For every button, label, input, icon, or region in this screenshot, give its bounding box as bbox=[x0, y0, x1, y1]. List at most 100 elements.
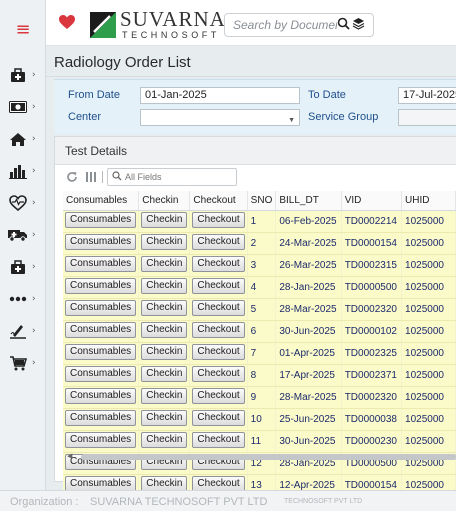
checkin-button[interactable]: Checkin bbox=[141, 387, 188, 404]
consumables-button[interactable]: Consumables bbox=[65, 343, 137, 360]
checkout-button[interactable]: Checkout bbox=[192, 321, 245, 338]
document-search[interactable] bbox=[224, 13, 374, 37]
columns-icon[interactable] bbox=[85, 171, 97, 186]
from-date-label: From Date bbox=[68, 89, 120, 101]
nav-item-home[interactable]: › bbox=[8, 128, 44, 150]
refresh-icon[interactable] bbox=[66, 171, 78, 186]
hamburger-menu-icon[interactable]: ≡ bbox=[0, 16, 46, 44]
checkout-button[interactable]: Checkout bbox=[192, 365, 245, 382]
consumables-button[interactable]: Consumables bbox=[65, 277, 137, 294]
grid-filter[interactable] bbox=[107, 168, 237, 186]
checkout-button[interactable]: Checkout bbox=[192, 299, 245, 316]
nav-item-clinical[interactable]: › bbox=[8, 192, 44, 214]
table-row[interactable]: Consumables Checkin Checkout 2 24-Mar-2025 TD… bbox=[63, 232, 456, 255]
consumables-button[interactable]: Consumables bbox=[65, 409, 137, 426]
sno-cell: 9 bbox=[247, 386, 277, 409]
table-row[interactable]: Consumables Checkin Checkout 3 26-Mar-2025 TD… bbox=[63, 254, 456, 277]
chevron-down-icon: ▼ bbox=[288, 117, 295, 124]
chevron-right-icon: › bbox=[32, 294, 36, 304]
table-row[interactable]: Consumables Checkin Checkout 5 28-Mar-2025 TD… bbox=[63, 298, 456, 321]
bill-dt-cell: 28-Mar-2025 bbox=[275, 386, 342, 409]
nav-item-ambulance[interactable]: › bbox=[8, 224, 44, 246]
checkin-cell: Checkin bbox=[138, 276, 191, 299]
checkin-button[interactable]: Checkin bbox=[141, 233, 188, 250]
checkout-button[interactable]: Checkout bbox=[192, 343, 245, 360]
service-group-select[interactable] bbox=[398, 109, 456, 126]
checkin-button[interactable]: Checkin bbox=[141, 365, 188, 382]
consumables-button[interactable]: Consumables bbox=[65, 299, 137, 316]
nav-item-briefcase[interactable]: › bbox=[8, 64, 44, 86]
consumables-cell: Consumables bbox=[63, 276, 140, 299]
checkout-button[interactable]: Checkout bbox=[192, 409, 245, 426]
consumables-button[interactable]: Consumables bbox=[65, 387, 137, 404]
checkin-button[interactable]: Checkin bbox=[141, 277, 188, 294]
nav-item-reports[interactable]: › bbox=[8, 160, 44, 182]
table-row[interactable]: Consumables Checkin Checkout 4 28-Jan-2025 TD… bbox=[63, 276, 456, 299]
nav-item-store[interactable]: › bbox=[8, 352, 44, 374]
consumables-button[interactable]: Consumables bbox=[65, 365, 137, 382]
from-date-field[interactable]: 01-Jan-2025 bbox=[140, 87, 300, 104]
favorites-heart-icon[interactable] bbox=[58, 14, 76, 33]
nav-item-billing[interactable]: › bbox=[8, 96, 44, 118]
uhid-cell: 1025000 bbox=[401, 408, 456, 431]
table-row[interactable]: Consumables Checkin Checkout 9 28-Mar-2025 TD… bbox=[63, 386, 456, 409]
consumables-button[interactable]: Consumables bbox=[65, 321, 137, 338]
nav-item-more[interactable]: › bbox=[8, 288, 44, 310]
checkin-button[interactable]: Checkin bbox=[141, 255, 188, 272]
bill-dt-cell: 28-Jan-2025 bbox=[275, 276, 342, 299]
checkin-cell: Checkin bbox=[138, 386, 191, 409]
layers-icon[interactable] bbox=[352, 17, 365, 33]
checkout-cell: Checkout bbox=[189, 386, 248, 409]
column-header[interactable]: SNO bbox=[247, 191, 277, 211]
checkout-button[interactable]: Checkout bbox=[192, 211, 245, 228]
column-header[interactable]: BILL_DT bbox=[275, 191, 342, 211]
checkout-button[interactable]: Checkout bbox=[192, 431, 245, 448]
medkit-icon bbox=[8, 258, 28, 276]
column-header[interactable]: UHID bbox=[401, 191, 456, 211]
consumables-cell: Consumables bbox=[63, 298, 140, 321]
table-row[interactable]: Consumables Checkin Checkout 11 30-Jun-2025 T… bbox=[63, 430, 456, 453]
checkin-button[interactable]: Checkin bbox=[141, 321, 188, 338]
table-row[interactable]: Consumables Checkin Checkout 7 01-Apr-2025 TD… bbox=[63, 342, 456, 365]
checkout-button[interactable]: Checkout bbox=[192, 233, 245, 250]
nav-item-approvals[interactable]: › bbox=[8, 320, 44, 342]
column-header[interactable]: Checkout bbox=[189, 191, 248, 211]
uhid-cell: 1025000 bbox=[401, 232, 456, 255]
checkout-button[interactable]: Checkout bbox=[192, 255, 245, 272]
briefcase-icon bbox=[8, 66, 28, 84]
chevron-right-icon: › bbox=[32, 358, 36, 368]
column-header[interactable]: Consumables bbox=[63, 191, 140, 211]
checkin-cell: Checkin bbox=[138, 364, 191, 387]
consumables-button[interactable]: Consumables bbox=[65, 431, 137, 448]
uhid-cell: 1025000 bbox=[401, 254, 456, 277]
column-header[interactable]: Checkin bbox=[138, 191, 191, 211]
to-date-field[interactable]: 17-Jul-2025 bbox=[398, 87, 456, 104]
table-row[interactable]: Consumables Checkin Checkout 8 17-Apr-2025 TD… bbox=[63, 364, 456, 387]
table-row[interactable]: Consumables Checkin Checkout 6 30-Jun-2025 TD… bbox=[63, 320, 456, 343]
chevron-right-icon: › bbox=[32, 134, 36, 144]
scroll-left-icon[interactable]: ◀ bbox=[67, 453, 72, 461]
center-select[interactable]: ▼ bbox=[140, 109, 300, 126]
consumables-button[interactable]: Consumables bbox=[65, 255, 137, 272]
scrollbar-thumb[interactable] bbox=[81, 454, 456, 460]
checkin-button[interactable]: Checkin bbox=[141, 211, 188, 228]
vid-cell: TD0000102 bbox=[341, 320, 403, 343]
grid-filter-input[interactable] bbox=[125, 172, 233, 182]
checkin-button[interactable]: Checkin bbox=[141, 431, 188, 448]
checkin-button[interactable]: Checkin bbox=[141, 409, 188, 426]
checkout-button[interactable]: Checkout bbox=[192, 387, 245, 404]
consumables-button[interactable]: Consumables bbox=[65, 211, 137, 228]
search-input[interactable] bbox=[233, 18, 337, 32]
home-icon bbox=[8, 130, 28, 148]
column-header[interactable]: VID bbox=[341, 191, 403, 211]
consumables-cell: Consumables bbox=[63, 342, 140, 365]
checkout-button[interactable]: Checkout bbox=[192, 277, 245, 294]
table-row[interactable]: Consumables Checkin Checkout 1 06-Feb-2025 TD… bbox=[63, 210, 456, 233]
horizontal-scrollbar[interactable]: ◀ bbox=[67, 453, 456, 461]
checkin-button[interactable]: Checkin bbox=[141, 299, 188, 316]
consumables-button[interactable]: Consumables bbox=[65, 233, 137, 250]
table-row[interactable]: Consumables Checkin Checkout 10 25-Jun-2025 T… bbox=[63, 408, 456, 431]
checkin-button[interactable]: Checkin bbox=[141, 343, 188, 360]
nav-item-medical[interactable]: › bbox=[8, 256, 44, 278]
search-icon[interactable] bbox=[337, 17, 350, 33]
